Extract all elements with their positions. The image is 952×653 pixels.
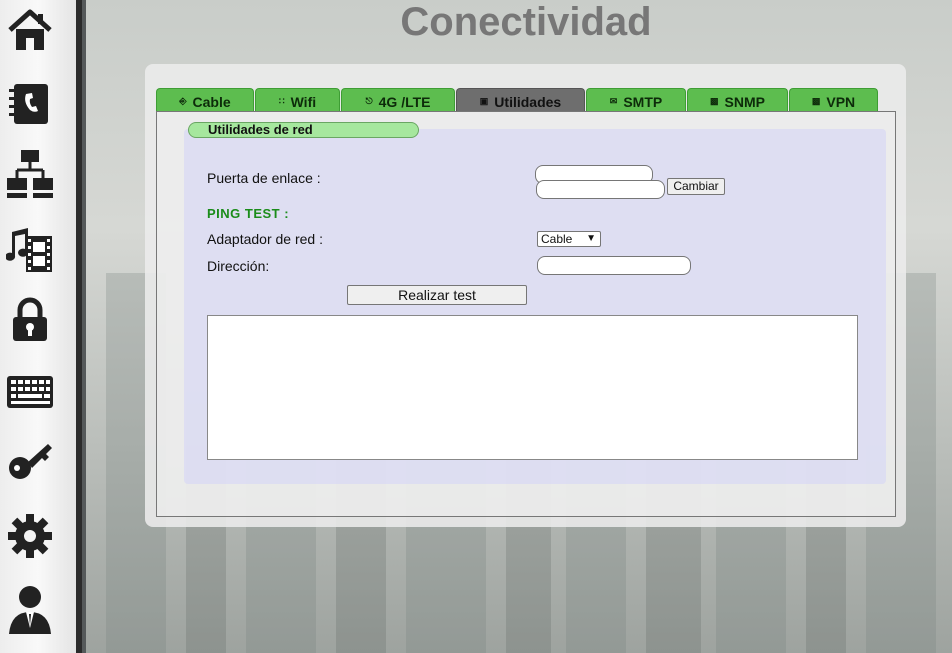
page-title: Conectividad bbox=[400, 0, 652, 44]
sidebar-divider bbox=[76, 0, 86, 653]
home-icon[interactable] bbox=[6, 4, 54, 62]
ping-output-area[interactable] bbox=[207, 315, 858, 460]
change-gateway-button[interactable]: Cambiar bbox=[667, 178, 725, 195]
tab-smtp[interactable]: ✉ SMTP bbox=[586, 88, 686, 111]
chevron-down-icon: ▼ bbox=[586, 233, 596, 244]
sidebar bbox=[0, 0, 76, 653]
lock-icon[interactable] bbox=[6, 294, 54, 352]
tab-4g-lte[interactable]: ⎋ 4G /LTE bbox=[341, 88, 455, 111]
multimedia-icon[interactable] bbox=[6, 222, 54, 280]
user-icon[interactable] bbox=[6, 582, 54, 640]
key-icon[interactable] bbox=[6, 438, 54, 496]
section-title: Utilidades de red bbox=[188, 122, 419, 138]
adapter-label: Adaptador de red : bbox=[207, 231, 323, 247]
gear-icon[interactable] bbox=[6, 508, 54, 566]
lte-icon: ⎋ bbox=[365, 96, 373, 106]
tab-cable[interactable]: ⎆ Cable bbox=[156, 88, 254, 111]
ping-test-heading: PING TEST : bbox=[207, 206, 290, 221]
adapter-select[interactable]: Cable ▼ bbox=[537, 231, 601, 247]
tab-snmp[interactable]: ▩ SNMP bbox=[687, 88, 788, 111]
mail-icon: ✉ bbox=[609, 96, 618, 106]
cable-icon: ⎆ bbox=[179, 96, 187, 106]
tab-vpn[interactable]: ▩ VPN bbox=[789, 88, 878, 111]
document-icon: ▩ bbox=[811, 96, 821, 106]
address-label: Dirección: bbox=[207, 258, 270, 274]
tab-wifi[interactable]: ∷ Wifi bbox=[255, 88, 340, 111]
address-input[interactable] bbox=[537, 256, 691, 275]
document-icon: ▩ bbox=[710, 96, 719, 106]
network-icon[interactable] bbox=[6, 148, 54, 206]
keyboard-icon[interactable] bbox=[6, 366, 54, 424]
gateway-new-input[interactable] bbox=[536, 180, 665, 199]
wifi-icon: ∷ bbox=[278, 96, 285, 106]
run-test-button[interactable]: Realizar test bbox=[347, 285, 527, 305]
tab-utilidades[interactable]: ▣ Utilidades bbox=[456, 88, 585, 111]
phone-book-icon[interactable] bbox=[6, 76, 54, 134]
gateway-label: Puerta de enlace : bbox=[207, 170, 321, 186]
utilities-icon: ▣ bbox=[479, 96, 489, 106]
